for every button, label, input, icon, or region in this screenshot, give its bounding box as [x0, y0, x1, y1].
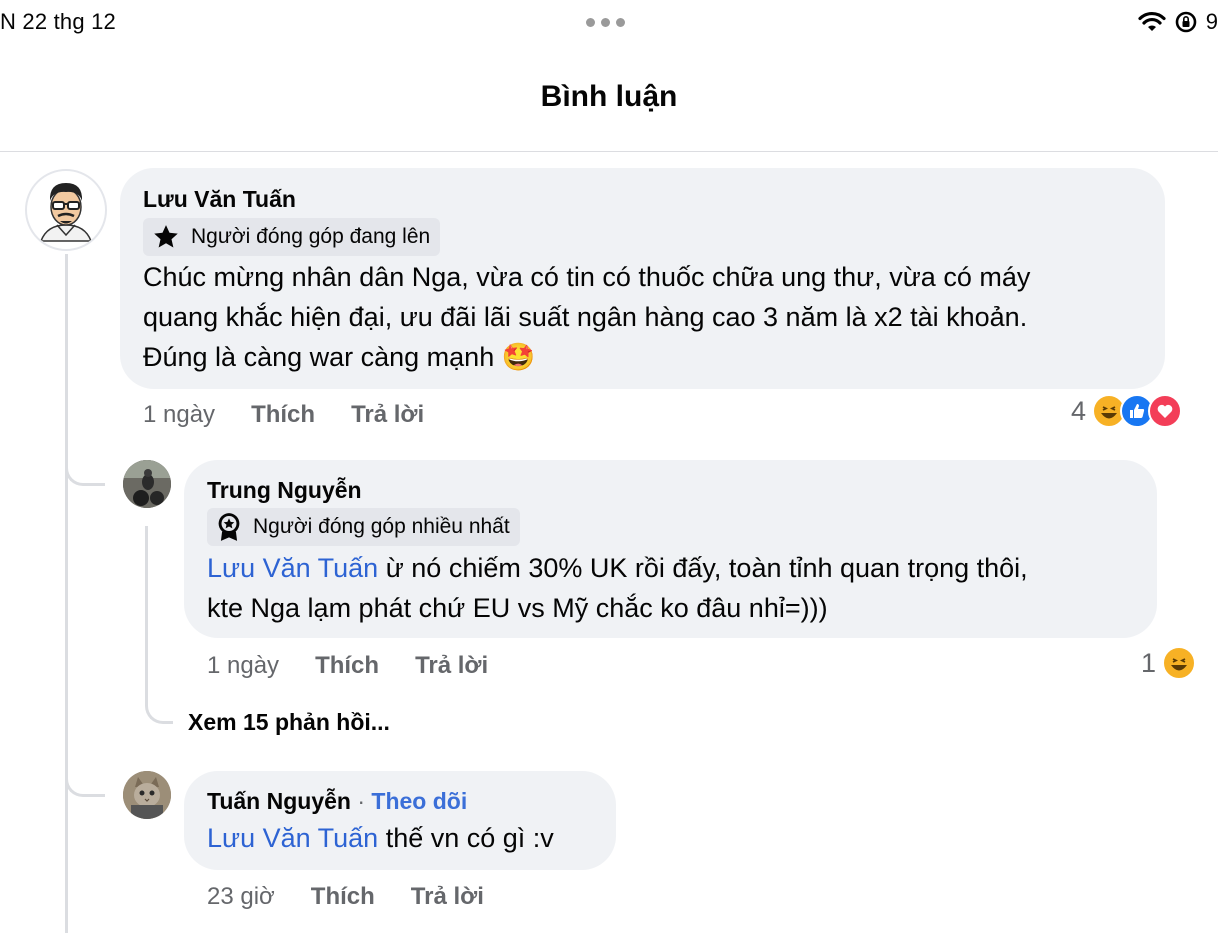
like-button[interactable]: Thích — [251, 401, 315, 429]
like-button[interactable]: Thích — [315, 652, 379, 680]
thread-connector-replies — [145, 526, 173, 724]
love-icon — [1148, 394, 1183, 428]
comment-text-line: quang khắc hiện đại, ưu đãi lãi suất ngâ… — [143, 302, 1028, 332]
reply-button[interactable]: Trả lời — [411, 883, 484, 911]
comments-header: Bình luận — [0, 52, 1218, 152]
star-icon — [154, 225, 178, 248]
status-time: N 22 thg 12 — [0, 9, 116, 34]
reaction-summary[interactable]: 4 — [1071, 394, 1183, 428]
comment-text: Chúc mừng nhân dân Nga, vừa có tin có th… — [143, 257, 1153, 377]
reply-time[interactable]: 23 giờ — [207, 883, 275, 911]
award-badge-icon — [218, 513, 240, 541]
avatar[interactable] — [123, 460, 171, 508]
comment-text-line: Đúng là càng war càng mạnh 🤩 — [143, 342, 536, 372]
reaction-summary[interactable]: 1 — [1141, 646, 1197, 680]
reply-text-line: Lưu Văn Tuấn ừ nó chiếm 30% UK rồi đấy, … — [207, 553, 1028, 583]
reaction-count: 1 — [1141, 647, 1157, 678]
reply-actions: 23 giờ Thích Trả lời — [207, 883, 484, 911]
badge-label: Người đóng góp đang lên — [191, 225, 431, 248]
view-more-replies-link[interactable]: Xem 15 phản hồi... — [188, 709, 390, 736]
comment-text-line: Chúc mừng nhân dân Nga, vừa có tin có th… — [143, 262, 1031, 292]
comment-time[interactable]: 1 ngày — [143, 401, 215, 429]
reply-button[interactable]: Trả lời — [415, 652, 488, 680]
reply-author[interactable]: Tuấn Nguyễn — [207, 788, 351, 814]
haha-icon — [1162, 646, 1197, 680]
badge-label: Người đóng góp nhiều nhất — [253, 515, 510, 538]
thread-line-main — [65, 254, 68, 933]
thread-connector-1 — [65, 452, 105, 486]
avatar[interactable] — [25, 169, 107, 251]
reply-time[interactable]: 1 ngày — [207, 652, 279, 680]
thread-connector-2 — [65, 763, 105, 797]
wifi-icon — [1138, 11, 1166, 31]
multitasking-dots[interactable] — [586, 18, 625, 27]
contributor-badge[interactable]: Người đóng góp nhiều nhất — [207, 508, 520, 546]
comment-actions: 1 ngày Thích Trả lời — [143, 401, 424, 429]
reply-text: Lưu Văn Tuấn thế vn có gì :v — [207, 823, 554, 853]
battery-percent: 9 — [1205, 9, 1218, 34]
reaction-count: 4 — [1071, 395, 1087, 426]
reply-author[interactable]: Trung Nguyễn — [207, 477, 362, 504]
page-title: Bình luận — [540, 80, 678, 113]
status-indicators: 9 — [1138, 9, 1218, 35]
like-button[interactable]: Thích — [311, 883, 375, 911]
reply-button[interactable]: Trả lời — [351, 401, 424, 429]
reply-actions: 1 ngày Thích Trả lời — [207, 652, 488, 680]
follow-button[interactable]: Theo dõi — [371, 788, 467, 814]
star-struck-emoji: 🤩 — [501, 342, 536, 372]
reply-text-line: kte Nga lạm phát chứ EU vs Mỹ chắc ko đâ… — [207, 593, 828, 623]
mention-link[interactable]: Lưu Văn Tuấn — [207, 553, 378, 583]
separator-dot: · — [357, 788, 366, 814]
contributor-badge[interactable]: Người đóng góp đang lên — [143, 218, 441, 256]
mention-link[interactable]: Lưu Văn Tuấn — [207, 823, 378, 853]
rotation-lock-icon — [1175, 11, 1197, 33]
reply-text: Lưu Văn Tuấn ừ nó chiếm 30% UK rồi đấy, … — [207, 548, 1147, 628]
avatar[interactable] — [123, 771, 171, 819]
comment-author[interactable]: Lưu Văn Tuấn — [143, 186, 296, 213]
reply-author-row: Tuấn Nguyễn · Theo dõi — [207, 788, 467, 815]
